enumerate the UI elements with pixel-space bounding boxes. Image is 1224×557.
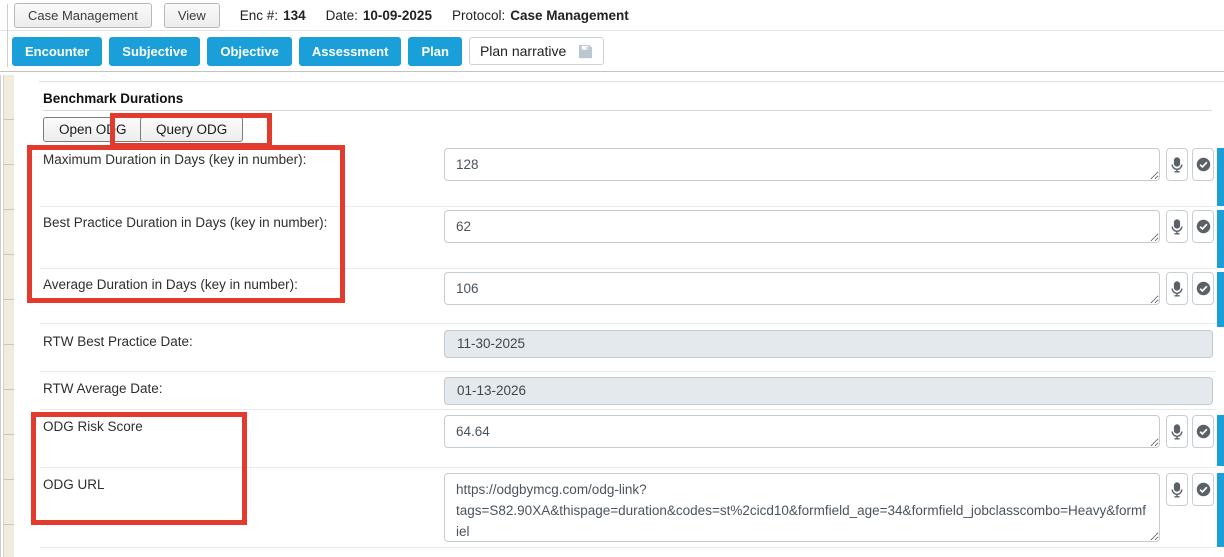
microphone-icon[interactable] <box>1166 148 1188 181</box>
average-duration-input[interactable]: 106 <box>444 272 1160 305</box>
row-separator <box>40 371 1216 372</box>
rtw-best-practice-date-field: 11-30-2025 <box>444 330 1213 358</box>
field-status-bar <box>1217 415 1224 466</box>
open-odg-button[interactable]: Open ODG <box>43 117 143 142</box>
row-separator <box>40 323 1216 324</box>
field-label-rtw-best-practice-date: RTW Best Practice Date: <box>43 334 193 349</box>
enc-number-value: 134 <box>283 8 306 23</box>
check-circle-icon[interactable] <box>1192 148 1214 181</box>
date-value: 10-09-2025 <box>363 8 432 23</box>
rtw-average-date-field: 01-13-2026 <box>444 377 1213 405</box>
header-left-divider <box>7 4 8 67</box>
case-management-page: Case Management View Enc #: 134 Date: 10-0… <box>0 0 1224 557</box>
field-status-bar <box>1217 210 1224 268</box>
save-floppy-icon <box>578 44 593 59</box>
header-bar: Case Management View Enc #: 134 Date: 10-0… <box>0 0 1224 31</box>
query-odg-button[interactable]: Query ODG <box>140 117 243 142</box>
left-collapsed-rail <box>3 75 14 557</box>
row-separator <box>40 409 1216 410</box>
tab-plan[interactable]: Plan <box>408 37 461 66</box>
microphone-icon[interactable] <box>1166 210 1188 243</box>
row-separator <box>40 268 1216 269</box>
field-status-bar <box>1217 148 1224 206</box>
maximum-duration-input[interactable]: 128 <box>444 148 1160 181</box>
field-label-odg-risk-score: ODG Risk Score <box>43 419 143 434</box>
row-separator <box>40 467 1216 468</box>
field-status-bar <box>1217 272 1224 327</box>
field-label-odg-url: ODG URL <box>43 477 105 492</box>
field-label-maximum-duration: Maximum Duration in Days (key in number)… <box>43 152 306 167</box>
content-top-divider <box>39 81 1224 82</box>
row-separator <box>40 547 1216 548</box>
view-button[interactable]: View <box>164 3 220 28</box>
date-label: Date: <box>326 8 358 23</box>
tab-assessment[interactable]: Assessment <box>299 37 402 66</box>
section-tab-bar: Encounter Subjective Objective Assessmen… <box>0 31 1224 72</box>
tab-encounter[interactable]: Encounter <box>12 37 102 66</box>
left-panel-edge <box>0 75 1 557</box>
enc-number-label: Enc #: <box>240 8 278 23</box>
field-label-best-practice-duration: Best Practice Duration in Days (key in n… <box>43 215 327 230</box>
protocol-label: Protocol: <box>452 8 505 23</box>
microphone-icon[interactable] <box>1166 272 1188 305</box>
microphone-icon[interactable] <box>1166 415 1188 448</box>
best-practice-duration-input[interactable]: 62 <box>444 210 1160 243</box>
check-circle-icon[interactable] <box>1192 272 1214 305</box>
section-title: Benchmark Durations <box>43 91 183 106</box>
field-label-average-duration: Average Duration in Days (key in number)… <box>43 277 298 292</box>
microphone-icon[interactable] <box>1166 473 1188 506</box>
odg-url-input[interactable]: https://odgbymcg.com/odg-link? tags=S82.… <box>444 473 1160 542</box>
field-label-rtw-average-date: RTW Average Date: <box>43 381 163 396</box>
encounter-info: Enc #: 134 Date: 10-09-2025 Protocol: Case … <box>240 8 643 23</box>
field-status-bar <box>1217 473 1224 547</box>
case-management-button[interactable]: Case Management <box>14 3 152 28</box>
check-circle-icon[interactable] <box>1192 210 1214 243</box>
section-title-rule <box>43 110 1212 111</box>
check-circle-icon[interactable] <box>1192 415 1214 448</box>
row-separator <box>40 206 1216 207</box>
tab-objective[interactable]: Objective <box>207 37 292 66</box>
odg-risk-score-input[interactable]: 64.64 <box>444 415 1160 448</box>
plan-narrative-label: Plan narrative <box>480 43 566 59</box>
check-circle-icon[interactable] <box>1192 473 1214 506</box>
tab-subjective[interactable]: Subjective <box>109 37 200 66</box>
protocol-value: Case Management <box>510 8 629 23</box>
plan-narrative-button[interactable]: Plan narrative <box>469 37 604 65</box>
